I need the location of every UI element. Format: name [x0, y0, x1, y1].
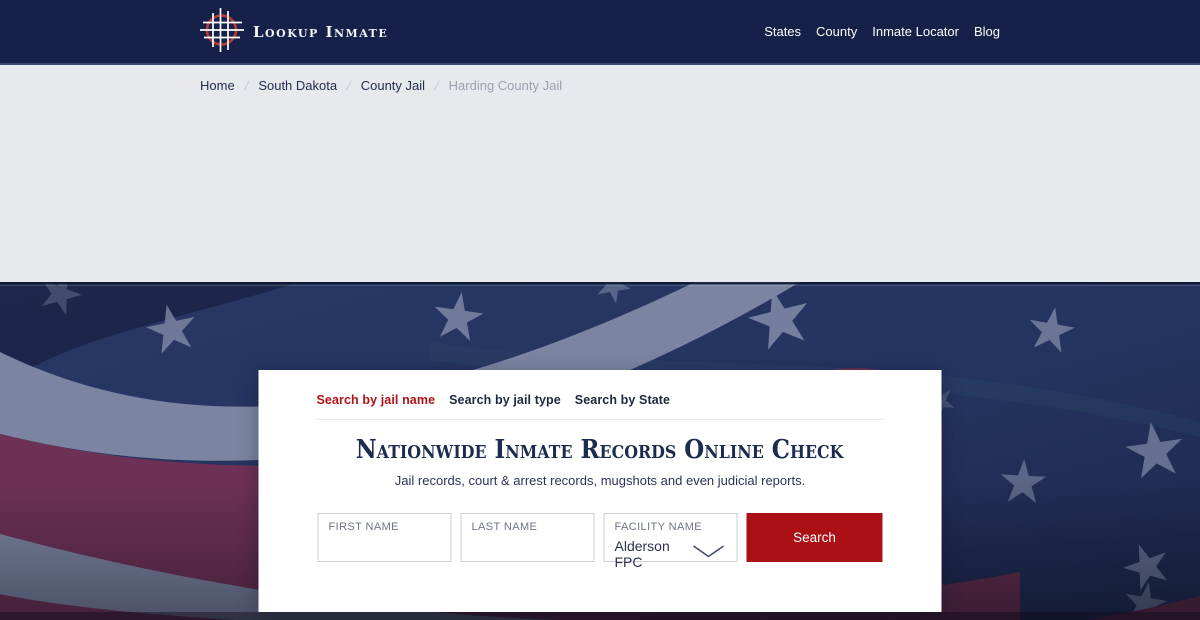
logo-wordmark: Lookup Inmate [253, 22, 389, 41]
chevron-down-icon [693, 545, 725, 563]
breadcrumb-separator: / [242, 78, 251, 93]
search-button[interactable]: Search [746, 512, 883, 562]
nav-item-states[interactable]: States [764, 24, 801, 39]
last-name-label: LAST NAME [471, 520, 538, 533]
tab-search-by-state[interactable]: Search by State [575, 393, 670, 407]
breadcrumb-county-jail[interactable]: County Jail [361, 78, 425, 93]
nav-item-blog[interactable]: Blog [974, 24, 1000, 39]
last-name-field[interactable]: LAST NAME [460, 512, 595, 562]
breadcrumb-south-dakota[interactable]: South Dakota [258, 78, 337, 93]
site-logo[interactable]: Lookup Inmate [200, 6, 388, 57]
search-card: Search by jail name Search by jail type … [258, 370, 942, 612]
card-subtitle: Jail records, court & arrest records, mu… [394, 472, 806, 488]
facility-selected-value: Alderson FPC [614, 537, 670, 570]
nav-item-inmate-locator[interactable]: Inmate Locator [872, 24, 959, 39]
site-header: Lookup Inmate States County Inmate Locat… [0, 0, 1200, 65]
inmate-search-form: FIRST NAME LAST NAME FACILITY NAME Alder… [317, 512, 884, 570]
first-name-field[interactable]: FIRST NAME [317, 512, 452, 562]
tab-search-by-jail-type[interactable]: Search by jail type [449, 393, 561, 407]
breadcrumb-home[interactable]: Home [200, 78, 235, 93]
card-title: Nationwide Inmate Records Online Check [356, 435, 844, 465]
breadcrumb-separator: / [345, 78, 353, 93]
breadcrumb-current-page: Harding County Jail [448, 78, 563, 93]
hero-section: Search by jail name Search by jail type … [0, 282, 1200, 620]
breadcrumb: Home / South Dakota / County Jail / Hard… [200, 65, 1000, 93]
grid-crosshair-logo-icon [200, 6, 244, 57]
facility-name-label: FACILITY NAME [614, 520, 703, 533]
facility-name-select[interactable]: FACILITY NAME Alderson FPC [603, 512, 738, 570]
first-name-input[interactable] [328, 536, 441, 555]
last-name-input[interactable] [471, 536, 584, 555]
nav-item-county[interactable]: County [816, 24, 857, 39]
breadcrumb-separator: / [433, 78, 441, 93]
first-name-label: FIRST NAME [328, 520, 399, 533]
main-nav: States County Inmate Locator Blog [764, 24, 1000, 39]
search-tabs: Search by jail name Search by jail type … [316, 393, 884, 420]
tab-search-by-jail-name[interactable]: Search by jail name [317, 393, 436, 407]
breadcrumb-section: Home / South Dakota / County Jail / Hard… [0, 65, 1200, 282]
